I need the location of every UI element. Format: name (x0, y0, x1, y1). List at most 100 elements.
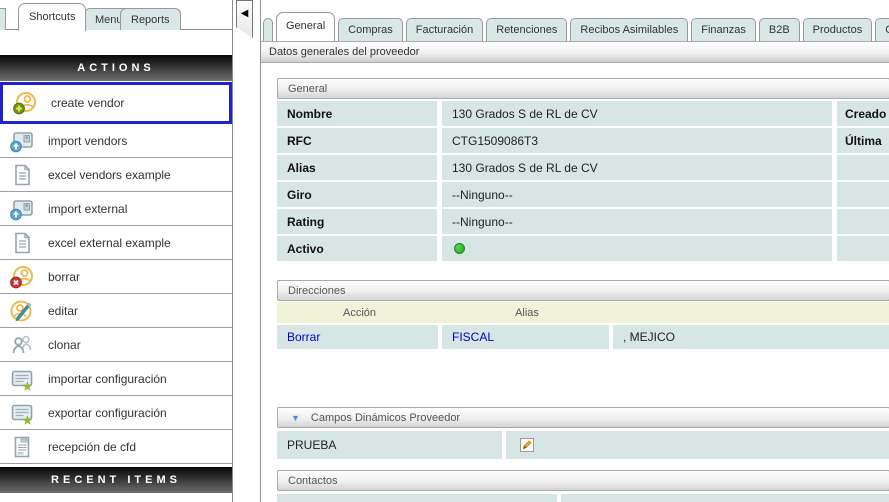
general-section-header: General (277, 78, 889, 99)
item-label: import external (48, 202, 127, 216)
partial-tab[interactable] (0, 8, 6, 30)
sidebar-item-exportar-configuracion[interactable]: ★ exportar configuración (0, 396, 232, 430)
field-label (837, 182, 889, 207)
direcciones-table: Acción Alias Borrar FISCAL , MEJICO (277, 302, 889, 349)
table-row: Rating --Ninguno-- (277, 209, 889, 234)
item-label: excel external example (48, 236, 171, 250)
accion-cell: Borrar (277, 325, 438, 349)
field-label (837, 236, 889, 261)
campo-value-cell (506, 431, 889, 459)
field-value: --Ninguno-- (442, 182, 832, 207)
field-label: Última (837, 128, 889, 153)
column-header-accion: Acción (277, 302, 442, 323)
sidebar-item-import-external[interactable]: import external (0, 192, 232, 226)
document-icon (8, 162, 35, 187)
column-header-alias: Alias (442, 302, 612, 323)
table-row (277, 494, 889, 502)
sidebar-item-editar[interactable]: editar (0, 294, 232, 328)
import-icon (8, 196, 35, 221)
tab-b2b[interactable]: B2B (759, 18, 800, 41)
item-label: excel vendors example (48, 168, 171, 182)
collapse-triangle-icon[interactable]: ▼ (291, 408, 300, 428)
sidebar-item-excel-vendors-example[interactable]: excel vendors example (0, 158, 232, 192)
campo-label: PRUEBA (277, 431, 502, 459)
sidebar: Shortcuts Menu Reports ACTIONS create ve… (0, 0, 233, 502)
vendor-tab-strip: General Compras Facturación Retenciones … (263, 12, 889, 41)
field-value: 130 Grados S de RL de CV (442, 155, 832, 180)
svg-text:★: ★ (22, 381, 32, 391)
sidebar-item-borrar[interactable]: borrar (0, 260, 232, 294)
general-table: Nombre 130 Grados S de RL de CV Creado R… (277, 101, 889, 261)
direccion-cell: , MEJICO (613, 325, 889, 349)
alias-cell: FISCAL (442, 325, 609, 349)
tab-general[interactable]: General (276, 12, 335, 41)
tab-productos[interactable]: Productos (803, 18, 873, 41)
svg-text:★: ★ (22, 415, 32, 425)
tab-recibos-asimilables[interactable]: Recibos Asimilables (570, 18, 688, 41)
document-icon (8, 230, 35, 255)
campos-dinamicos-section-header: ▼ Campos Dinámicos Proveedor (277, 407, 889, 428)
tab-shortcuts[interactable]: Shortcuts (18, 3, 86, 31)
app-window: Shortcuts Menu Reports ACTIONS create ve… (0, 0, 889, 502)
item-label: import vendors (48, 134, 127, 148)
table-row: RFC CTG1509086T3 Última (277, 128, 889, 153)
person-delete-icon (8, 264, 35, 289)
fiscal-link[interactable]: FISCAL (452, 330, 494, 344)
item-label: exportar configuración (48, 406, 167, 420)
borrar-link[interactable]: Borrar (287, 330, 320, 344)
table-row: PRUEBA (277, 431, 889, 459)
table-row: Activo (277, 236, 889, 261)
sidebar-item-clonar[interactable]: clonar (0, 328, 232, 362)
item-label: recepción de cfd (48, 440, 136, 454)
cell (277, 494, 557, 502)
sidebar-item-create-vendor[interactable]: create vendor (0, 82, 232, 124)
table-row: Giro --Ninguno-- (277, 182, 889, 207)
field-label: Rating (277, 209, 437, 234)
contactos-section-header: Contactos (277, 470, 889, 491)
sidebar-item-excel-external-example[interactable]: excel external example (0, 226, 232, 260)
sidebar-tab-strip: Shortcuts Menu Reports (0, 0, 232, 30)
actions-header: ACTIONS (0, 55, 232, 81)
active-status-indicator (454, 243, 465, 254)
field-label: Alias (277, 155, 437, 180)
tab-retenciones[interactable]: Retenciones (486, 18, 567, 41)
import-icon (8, 128, 35, 153)
recent-items-header: RECENT ITEMS (0, 467, 232, 493)
edit-pencil-icon[interactable] (520, 438, 534, 452)
config-star-icon: ★ (8, 400, 35, 425)
field-label: Nombre (277, 101, 437, 126)
sidebar-item-recepcion-de-cfd[interactable]: recepción de cfd (0, 430, 232, 464)
cell (561, 494, 889, 502)
tab-compras[interactable]: Compras (338, 18, 403, 41)
item-label: clonar (48, 338, 81, 352)
section-title: Campos Dinámicos Proveedor (311, 408, 460, 428)
item-label: create vendor (51, 96, 124, 110)
vendor-detail-panel: General Compras Facturación Retenciones … (260, 0, 889, 502)
item-label: editar (48, 304, 78, 318)
field-label: Activo (277, 236, 437, 261)
tab-finanzas[interactable]: Finanzas (691, 18, 756, 41)
panel-content: General Nombre 130 Grados S de RL de CV … (277, 63, 889, 502)
partial-tab[interactable] (263, 18, 273, 41)
config-star-icon: ★ (8, 366, 35, 391)
field-value: 130 Grados S de RL de CV (442, 101, 832, 126)
field-value (442, 236, 832, 261)
field-label: Creado (837, 101, 889, 126)
collapse-arrow-icon: ◀ (241, 1, 249, 37)
field-value: CTG1509086T3 (442, 128, 832, 153)
person-add-icon (11, 91, 38, 116)
tab-facturacion[interactable]: Facturación (406, 18, 483, 41)
table-row: Nombre 130 Grados S de RL de CV Creado (277, 101, 889, 126)
sidebar-item-import-vendors[interactable]: import vendors (0, 124, 232, 158)
person-edit-icon (8, 298, 35, 323)
sidebar-item-importar-configuracion[interactable]: ★ importar configuración (0, 362, 232, 396)
table-row: Alias 130 Grados S de RL de CV (277, 155, 889, 180)
direcciones-header-row: Acción Alias (277, 302, 889, 323)
sidebar-collapse-handle[interactable]: ◀ (236, 0, 253, 38)
field-label: Giro (277, 182, 437, 207)
tab-contabilidad[interactable]: Contabilidad (875, 18, 889, 41)
actions-list: create vendor import vendors (0, 82, 232, 464)
tab-reports[interactable]: Reports (120, 8, 181, 30)
item-label: borrar (48, 270, 80, 284)
field-label (837, 155, 889, 180)
